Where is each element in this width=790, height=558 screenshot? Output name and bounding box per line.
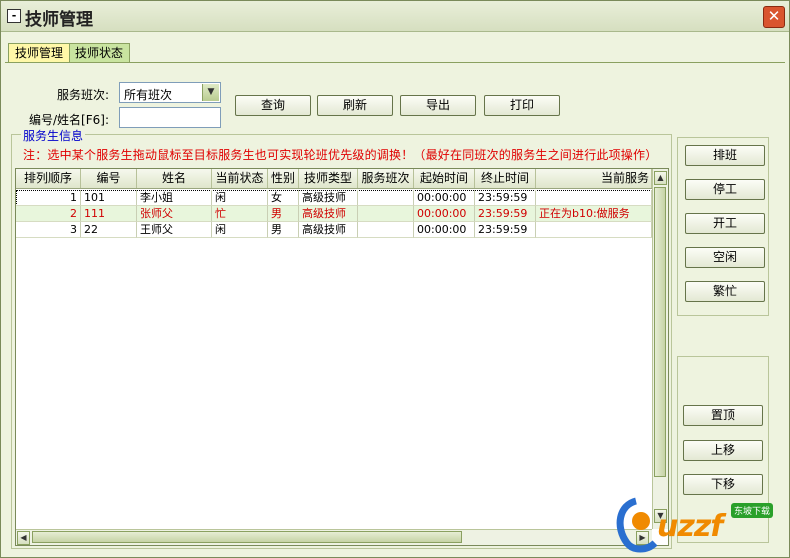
col-current-service[interactable]: 当前服务 [536,169,652,188]
cell-status: 忙 [212,206,268,222]
chevron-down-icon[interactable]: ▼ [202,84,219,101]
scroll-left-icon[interactable]: ◀ [17,531,30,545]
col-order[interactable]: 排列顺序 [16,169,81,188]
cell-gender: 女 [268,190,299,206]
busy-button[interactable]: 繁忙 [685,281,765,302]
tab-technician-status[interactable]: 技师状态 [68,43,131,62]
horizontal-scroll-thumb[interactable] [32,531,462,543]
shift-label: 服务班次: [57,88,110,102]
refresh-button[interactable]: 刷新 [317,95,393,116]
watermark-text: uzzf [657,509,723,544]
cell-status: 闲 [212,222,268,238]
table-row[interactable]: 3 22 王师父 闲 男 高级技师 00:00:00 23:59:59 [16,222,652,238]
cell-order: 1 [16,190,81,206]
move-top-button[interactable]: 置顶 [683,405,763,426]
window-menu-icon[interactable]: - [7,9,21,23]
col-shift[interactable]: 服务班次 [358,169,414,188]
main-window: - 技师管理 ✕ 技师管理 技师状态 服务班次: 所有班次 ▼ 编号/姓名[F6… [0,0,790,558]
cell-order: 3 [16,222,81,238]
cell-gender: 男 [268,222,299,238]
schedule-button[interactable]: 排班 [685,145,765,166]
cell-gender: 男 [268,206,299,222]
shift-select-value: 所有班次 [124,88,173,102]
col-gender[interactable]: 性别 [268,169,299,188]
cell-current-service [536,190,652,206]
drag-note: 注：选中某个服务生拖动鼠标至目标服务生也可实现轮班优先级的调换！（最好在同班次的… [23,148,658,162]
cell-tech-type: 高级技师 [299,206,358,222]
table-row[interactable]: 2 111 张师父 忙 男 高级技师 00:00:00 23:59:59 正在为… [16,206,652,222]
stop-work-button[interactable]: 停工 [685,179,765,200]
col-name[interactable]: 姓名 [137,169,212,188]
cell-start-time: 00:00:00 [414,222,475,238]
horizontal-scrollbar[interactable]: ◀ ▶ [16,529,652,545]
cell-status: 闲 [212,190,268,206]
col-id[interactable]: 编号 [81,169,137,188]
cell-id: 22 [81,222,137,238]
col-start-time[interactable]: 起始时间 [414,169,475,188]
logo-swoosh-icon [616,497,658,553]
export-button[interactable]: 导出 [400,95,476,116]
watermark-badge: 东坡下载 [731,503,774,518]
technician-table[interactable]: 排列顺序 编号 姓名 当前状态 性别 技师类型 服务班次 起始时间 终止时间 当… [15,168,669,546]
window-title: 技师管理 [25,10,93,30]
title-bar: - 技师管理 ✕ [1,1,789,32]
cell-name: 王师父 [137,222,212,238]
cell-end-time: 23:59:59 [475,190,536,206]
cell-name: 李小姐 [137,190,212,206]
vertical-scroll-thumb[interactable] [654,187,666,477]
cell-tech-type: 高级技师 [299,190,358,206]
cell-current-service: 正在为b10:做服务 [536,206,652,222]
close-button[interactable]: ✕ [763,6,785,28]
cell-end-time: 23:59:59 [475,206,536,222]
idle-button[interactable]: 空闲 [685,247,765,268]
cell-start-time: 00:00:00 [414,206,475,222]
cell-id: 111 [81,206,137,222]
cell-id: 101 [81,190,137,206]
vertical-scrollbar[interactable]: ▲ ▼ [652,169,668,529]
cell-end-time: 23:59:59 [475,222,536,238]
cell-shift [358,222,414,238]
cell-shift [358,206,414,222]
id-name-label: 编号/姓名[F6]: [29,113,109,127]
shift-select[interactable]: 所有班次 ▼ [119,82,221,103]
col-end-time[interactable]: 终止时间 [475,169,536,188]
id-name-input[interactable] [119,107,221,128]
group-title: 服务生信息 [21,127,86,144]
cell-tech-type: 高级技师 [299,222,358,238]
table-row[interactable]: 1 101 李小姐 闲 女 高级技师 00:00:00 23:59:59 [16,190,652,206]
cell-shift [358,190,414,206]
scroll-up-icon[interactable]: ▲ [654,171,667,185]
tab-divider [5,62,785,63]
table-header: 排列顺序 编号 姓名 当前状态 性别 技师类型 服务班次 起始时间 终止时间 当… [16,169,652,189]
col-status[interactable]: 当前状态 [212,169,268,188]
col-tech-type[interactable]: 技师类型 [299,169,358,188]
move-down-button[interactable]: 下移 [683,474,763,495]
print-button[interactable]: 打印 [484,95,560,116]
query-button[interactable]: 查询 [235,95,311,116]
cell-start-time: 00:00:00 [414,190,475,206]
cell-name: 张师父 [137,206,212,222]
tab-technician-management[interactable]: 技师管理 [8,43,71,62]
close-icon: ✕ [767,7,781,25]
cell-order: 2 [16,206,81,222]
watermark-logo: uzzf 东坡下载 [611,495,789,555]
cell-current-service [536,222,652,238]
move-up-button[interactable]: 上移 [683,440,763,461]
start-work-button[interactable]: 开工 [685,213,765,234]
